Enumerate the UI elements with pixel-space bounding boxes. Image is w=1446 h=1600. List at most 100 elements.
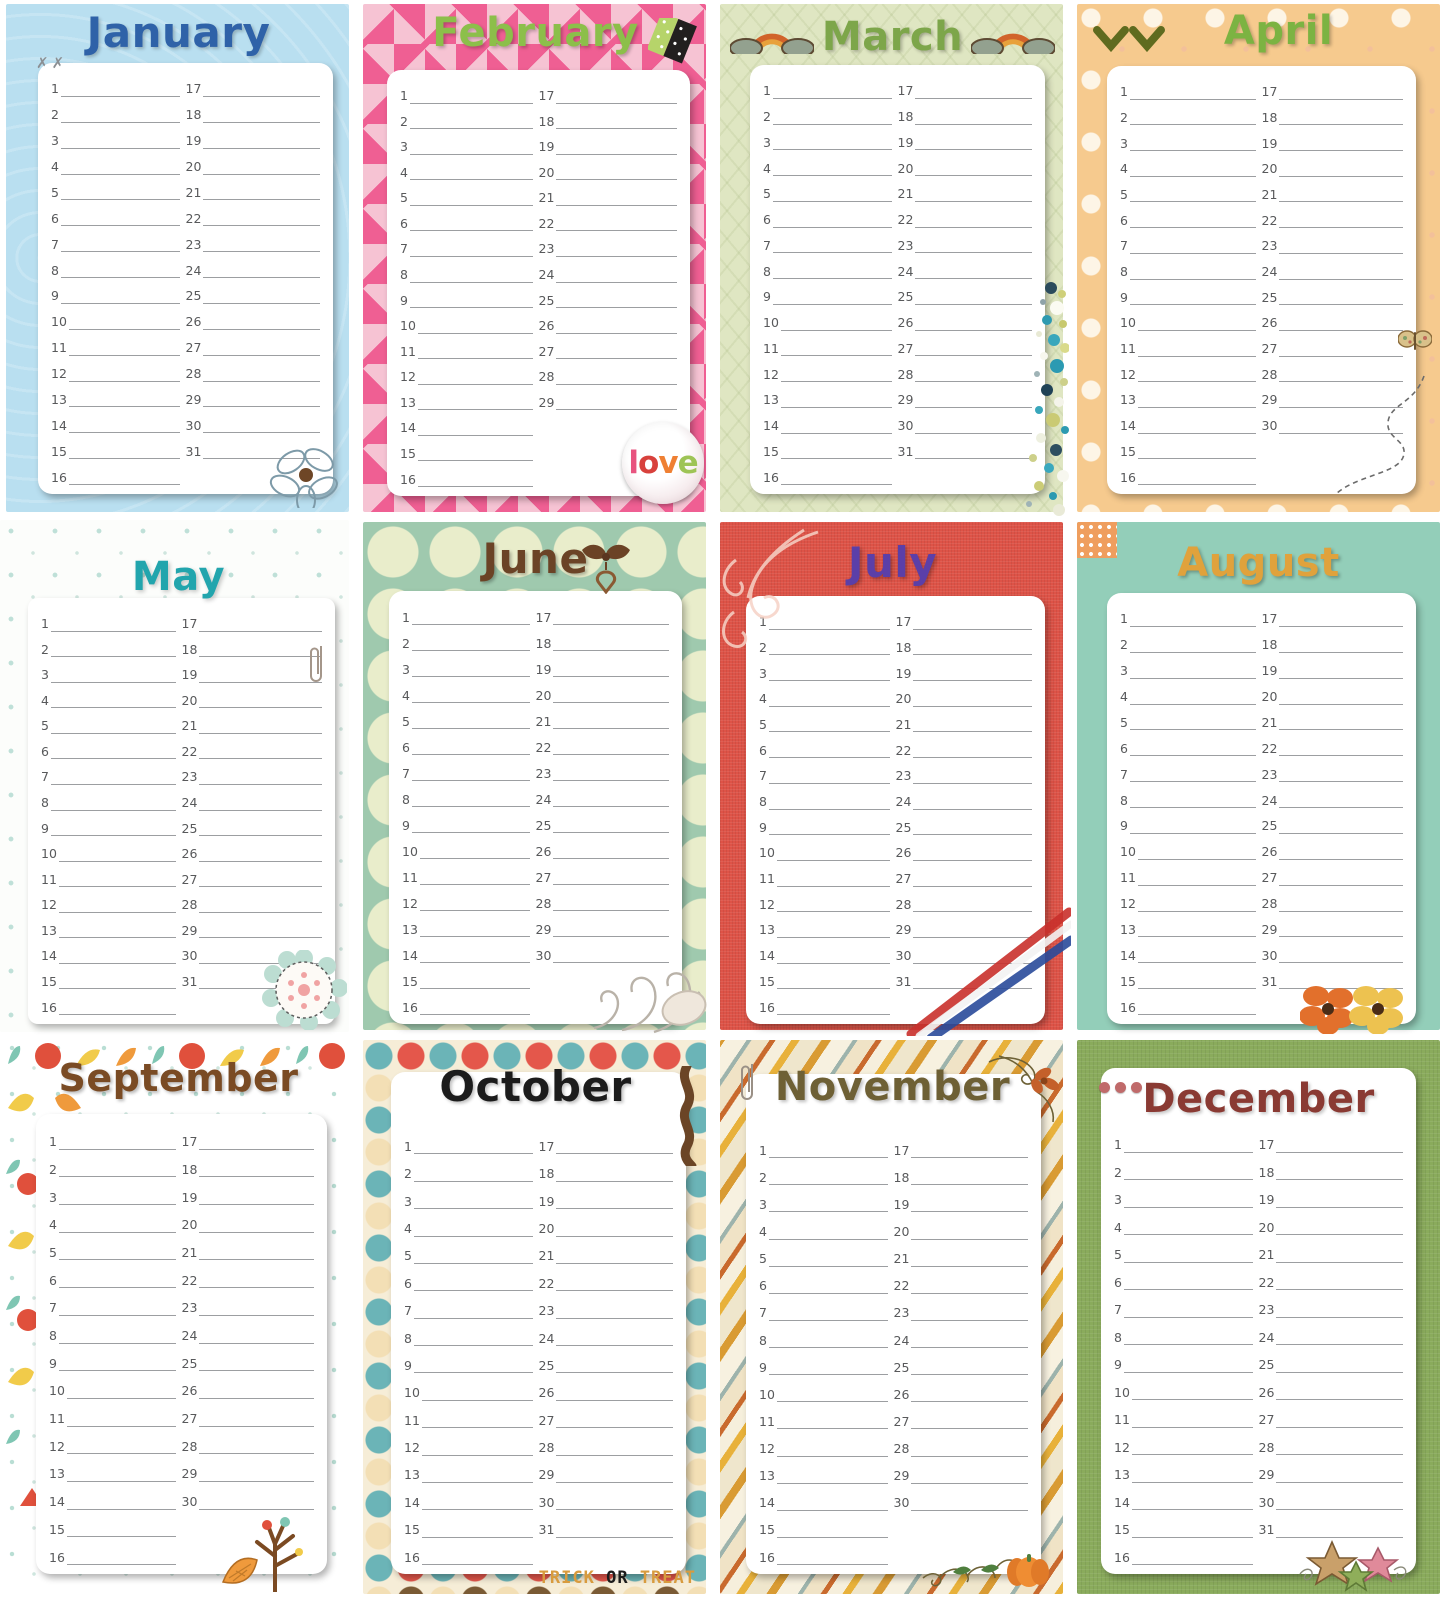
day-entry-10[interactable]: 10: [41, 837, 182, 863]
day-entry-27[interactable]: 27: [893, 1403, 1028, 1431]
write-in-line[interactable]: [1279, 936, 1403, 938]
day-entry-16[interactable]: 16: [1120, 460, 1262, 486]
day-entry-19[interactable]: 19: [1258, 1181, 1403, 1209]
write-in-line[interactable]: [199, 707, 322, 709]
write-in-line[interactable]: [913, 757, 1032, 759]
day-entry-11[interactable]: 11: [404, 1402, 539, 1430]
day-entry-6[interactable]: 6: [404, 1265, 539, 1293]
day-entry-22[interactable]: 22: [538, 1265, 673, 1293]
write-in-line[interactable]: [768, 1292, 888, 1294]
month-card-november[interactable]: November 1 17 2 18 3 19 4 20 5 21 6 22 7 23 8 24 9 25 10 26…: [714, 1036, 1071, 1600]
day-entry-28[interactable]: 28: [538, 1429, 673, 1457]
day-entry-26[interactable]: 26: [1261, 835, 1403, 861]
day-entry-6[interactable]: 6: [1114, 1264, 1259, 1291]
month-card-may[interactable]: May 1 17 2 18 3 19 4 20 5 21 6 22 7 23 8 24 9 25 10 26 11 27 1…: [0, 518, 357, 1036]
day-entry-29[interactable]: 29: [895, 913, 1032, 939]
month-card-december[interactable]: 1 17 2 18 3 19 4 20 5 21 6 22 7 23 8 24 9 25 10 26 11 27 12 28 1…: [1071, 1036, 1446, 1600]
day-entry-12[interactable]: 12: [759, 1430, 894, 1458]
day-entry-18[interactable]: 18: [185, 98, 320, 124]
day-entry-19[interactable]: 19: [538, 1183, 673, 1211]
day-entry-18[interactable]: 18: [1261, 628, 1403, 654]
day-entry-19[interactable]: 19: [1261, 126, 1403, 153]
day-entry-25[interactable]: 25: [535, 808, 669, 834]
day-entry-20[interactable]: 20: [1261, 680, 1403, 706]
month-card-july[interactable]: July 1 17 2 18 3 19 4 20 5 21 6 22 7 23 8 24 9 25 10 26 11 27…: [714, 518, 1071, 1036]
write-in-line[interactable]: [50, 809, 176, 811]
day-entry-7[interactable]: 7: [51, 227, 186, 254]
day-entry-24[interactable]: 24: [1261, 255, 1403, 281]
write-in-line[interactable]: [1123, 1316, 1253, 1318]
write-in-line[interactable]: [199, 732, 322, 734]
write-in-line[interactable]: [1137, 458, 1256, 460]
day-entry-21[interactable]: 21: [181, 1234, 314, 1262]
write-in-line[interactable]: [556, 102, 677, 104]
day-entry-5[interactable]: 5: [1114, 1236, 1259, 1264]
day-entry-26[interactable]: 26: [185, 305, 320, 331]
day-entry-8[interactable]: 8: [763, 254, 898, 280]
day-entry-30[interactable]: 30: [1261, 409, 1403, 435]
write-in-line[interactable]: [1129, 625, 1256, 627]
day-entry-26[interactable]: 26: [181, 837, 322, 863]
write-in-line[interactable]: [203, 147, 320, 149]
write-in-line[interactable]: [556, 1481, 673, 1483]
day-entry-15[interactable]: 15: [763, 435, 898, 461]
day-entry-1[interactable]: 1: [41, 607, 182, 633]
day-entry-13[interactable]: 13: [1120, 913, 1262, 939]
write-in-line[interactable]: [68, 484, 180, 485]
write-in-line[interactable]: [1131, 1426, 1253, 1428]
day-entry-15[interactable]: 15: [51, 434, 186, 461]
write-in-line[interactable]: [1276, 1151, 1403, 1153]
write-in-line[interactable]: [1129, 278, 1256, 280]
write-in-line[interactable]: [203, 328, 320, 330]
write-in-line[interactable]: [1137, 432, 1256, 434]
day-entry-25[interactable]: 25: [538, 284, 677, 310]
write-in-line[interactable]: [776, 1455, 888, 1457]
day-entry-14[interactable]: 14: [400, 411, 539, 437]
day-entry-10[interactable]: 10: [404, 1374, 539, 1402]
day-entry-7[interactable]: 7: [400, 232, 539, 258]
day-entry-28[interactable]: 28: [897, 357, 1032, 383]
write-in-line[interactable]: [199, 1259, 314, 1261]
day-entry-3[interactable]: 3: [51, 124, 186, 150]
write-in-line[interactable]: [1279, 124, 1403, 126]
write-in-line[interactable]: [417, 358, 533, 360]
day-entry-31[interactable]: 31: [181, 965, 322, 991]
day-entry-12[interactable]: 12: [1120, 358, 1262, 384]
write-in-line[interactable]: [421, 1399, 533, 1401]
write-in-line[interactable]: [1276, 1481, 1403, 1483]
day-entry-11[interactable]: 11: [51, 331, 186, 357]
day-entry-13[interactable]: 13: [404, 1457, 539, 1484]
day-entry-8[interactable]: 8: [41, 786, 182, 812]
day-entry-25[interactable]: 25: [181, 1345, 314, 1373]
day-entry-26[interactable]: 26: [897, 306, 1032, 332]
write-in-line[interactable]: [413, 1153, 533, 1155]
write-in-line[interactable]: [50, 630, 176, 632]
write-in-line[interactable]: [1279, 432, 1403, 434]
write-in-line[interactable]: [50, 758, 176, 760]
day-entry-29[interactable]: 29: [181, 1455, 314, 1483]
day-entry-28[interactable]: 28: [893, 1430, 1028, 1458]
write-in-line[interactable]: [556, 383, 677, 385]
write-in-line[interactable]: [772, 149, 892, 151]
day-entry-17[interactable]: 17: [185, 72, 320, 98]
write-in-line[interactable]: [1279, 355, 1403, 357]
write-in-line[interactable]: [199, 809, 322, 811]
day-entry-23[interactable]: 23: [181, 1289, 314, 1317]
write-in-line[interactable]: [911, 1211, 1028, 1213]
day-entry-17[interactable]: 17: [1258, 1126, 1403, 1154]
write-in-line[interactable]: [776, 1014, 890, 1015]
write-in-line[interactable]: [411, 728, 530, 729]
write-in-line[interactable]: [911, 1238, 1028, 1240]
write-in-line[interactable]: [556, 1235, 673, 1237]
day-entry-16[interactable]: 16: [404, 1539, 539, 1566]
day-entry-15[interactable]: 15: [1120, 964, 1262, 991]
day-entry-5[interactable]: 5: [763, 177, 898, 203]
write-in-line[interactable]: [1131, 1399, 1253, 1400]
write-in-line[interactable]: [199, 937, 322, 939]
day-entry-21[interactable]: 21: [895, 708, 1032, 734]
day-entry-9[interactable]: 9: [1114, 1346, 1259, 1374]
day-entry-8[interactable]: 8: [400, 258, 539, 284]
day-entry-13[interactable]: 13: [759, 913, 896, 939]
write-in-line[interactable]: [772, 252, 892, 254]
day-entry-20[interactable]: 20: [538, 156, 677, 182]
